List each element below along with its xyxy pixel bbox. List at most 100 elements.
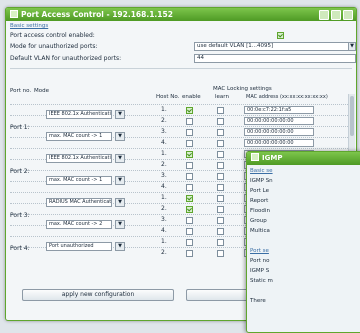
- host-number: 1.: [161, 106, 167, 113]
- igmp-setting-label: There: [250, 298, 266, 304]
- host-enable-checkbox[interactable]: [186, 250, 193, 257]
- minimize-button[interactable]: [319, 10, 329, 20]
- chevron-down-icon[interactable]: ▼: [115, 242, 125, 251]
- port-label: Port 1:: [10, 124, 30, 131]
- host-enable-checkbox[interactable]: [186, 228, 193, 235]
- header-host-no: Host No.: [156, 94, 180, 100]
- host-enable-checkbox[interactable]: [186, 184, 193, 191]
- igmp-setting-label[interactable]: Port se: [250, 248, 269, 255]
- host-learn-checkbox[interactable]: [217, 107, 224, 114]
- host-enable-checkbox[interactable]: [186, 217, 193, 224]
- max-mac-count-select[interactable]: max. MAC count -> 2: [46, 220, 112, 229]
- header-learn: learn: [215, 94, 229, 100]
- host-learn-checkbox[interactable]: [217, 228, 224, 235]
- igmp-setting-label: IGMP Sn: [250, 178, 273, 184]
- chevron-down-icon[interactable]: ▼: [115, 176, 125, 185]
- window-title: Port Access Control - 192.168.1.152: [21, 10, 173, 19]
- port-access-enabled-checkbox[interactable]: [277, 32, 284, 39]
- unauth-mode-row: Mode for unauthorized ports: use default…: [10, 42, 356, 51]
- default-vlan-input[interactable]: 44: [194, 54, 356, 63]
- host-learn-checkbox[interactable]: [217, 162, 224, 169]
- igmp-window-title: IGMP: [262, 154, 283, 162]
- host-enable-checkbox[interactable]: [186, 140, 193, 147]
- row-divider: [10, 148, 348, 149]
- chevron-down-icon[interactable]: ▼: [115, 198, 125, 207]
- port-mode-select[interactable]: RADIUS MAC Authentication: [46, 198, 112, 207]
- igmp-setting-label: Group: [250, 218, 267, 224]
- igmp-setting-label: Floodin: [250, 208, 270, 214]
- host-enable-checkbox[interactable]: [186, 162, 193, 169]
- port-label: Port 3:: [10, 212, 30, 219]
- host-number: 3.: [161, 216, 167, 223]
- chevron-down-icon[interactable]: ▼: [115, 154, 125, 163]
- igmp-setting-label: Report: [250, 198, 269, 204]
- port-access-enabled-label: Port access control enabled:: [10, 32, 95, 39]
- max-mac-count-select[interactable]: max. MAC count -> 1: [46, 132, 112, 141]
- port-mode-select[interactable]: IEEE 802.1x Authentication: [46, 110, 112, 119]
- host-number: 2.: [161, 161, 167, 168]
- window-icon: [251, 153, 259, 161]
- maximize-button[interactable]: [331, 10, 341, 20]
- unauth-mode-value: use default VLAN [1...4095]: [197, 43, 274, 49]
- host-learn-checkbox[interactable]: [217, 129, 224, 136]
- igmp-setting-label: Port no: [250, 258, 270, 264]
- close-window-button[interactable]: [343, 10, 353, 20]
- host-enable-checkbox[interactable]: [186, 107, 193, 114]
- igmp-setting-label: IGMP S: [250, 268, 270, 274]
- host-learn-checkbox[interactable]: [217, 250, 224, 257]
- chevron-down-icon[interactable]: ▼: [115, 220, 125, 229]
- host-number: 2.: [161, 117, 167, 124]
- host-number: 3.: [161, 128, 167, 135]
- host-enable-checkbox[interactable]: [186, 151, 193, 158]
- max-mac-count-select[interactable]: max. MAC count -> 1: [46, 176, 112, 185]
- mac-address-input[interactable]: 00:0e:c7:22:1f:a5: [244, 106, 314, 114]
- mac-address-input[interactable]: 00:00:00:00:00:00: [244, 139, 314, 147]
- header-mode: Mode: [34, 88, 49, 94]
- host-enable-checkbox[interactable]: [186, 239, 193, 246]
- host-number: 2.: [161, 249, 167, 256]
- host-enable-checkbox[interactable]: [186, 118, 193, 125]
- host-number: 1.: [161, 238, 167, 245]
- divider: [10, 68, 352, 69]
- header-mac-address: MAC address (xx:xx:xx:xx:xx:xx): [246, 94, 328, 100]
- default-vlan-row: Default VLAN for unauthorized ports: 44: [10, 54, 356, 63]
- row-divider: [10, 126, 348, 127]
- window-titlebar: Port Access Control - 192.168.1.152: [6, 8, 356, 21]
- mac-address-input[interactable]: 00:00:00:00:00:00: [244, 117, 314, 125]
- unauth-mode-label: Mode for unauthorized ports:: [10, 43, 98, 50]
- igmp-setting-label: Static m: [250, 278, 273, 284]
- port-label: Port 4:: [10, 245, 30, 252]
- host-learn-checkbox[interactable]: [217, 151, 224, 158]
- chevron-down-icon[interactable]: ▼: [115, 110, 125, 119]
- host-learn-checkbox[interactable]: [217, 118, 224, 125]
- scrollbar-thumb[interactable]: [350, 96, 354, 136]
- unauth-mode-select[interactable]: use default VLAN [1...4095] ▼: [194, 42, 356, 51]
- host-learn-checkbox[interactable]: [217, 217, 224, 224]
- default-vlan-label: Default VLAN for unauthorized ports:: [10, 55, 122, 62]
- host-number: 1.: [161, 194, 167, 201]
- apply-configuration-button[interactable]: apply new configuration: [22, 289, 174, 301]
- port-mode-select[interactable]: IEEE 802.1x Authentication: [46, 154, 112, 163]
- host-learn-checkbox[interactable]: [217, 184, 224, 191]
- host-number: 4.: [161, 183, 167, 190]
- port-mode-select[interactable]: Port unauthorized: [46, 242, 112, 251]
- header-port-no: Port no.: [10, 88, 32, 94]
- basic-settings-link[interactable]: Basic settings: [10, 23, 356, 30]
- igmp-setting-label[interactable]: Basic se: [250, 168, 273, 175]
- row-divider: [10, 104, 348, 105]
- host-enable-checkbox[interactable]: [186, 173, 193, 180]
- host-enable-checkbox[interactable]: [186, 129, 193, 136]
- port-access-enabled-row: Port access control enabled:: [10, 31, 350, 40]
- chevron-down-icon[interactable]: ▼: [115, 132, 125, 141]
- host-learn-checkbox[interactable]: [217, 206, 224, 213]
- host-learn-checkbox[interactable]: [217, 173, 224, 180]
- host-learn-checkbox[interactable]: [217, 195, 224, 202]
- host-enable-checkbox[interactable]: [186, 206, 193, 213]
- mac-address-input[interactable]: 00:00:00:00:00:00: [244, 128, 314, 136]
- host-learn-checkbox[interactable]: [217, 140, 224, 147]
- host-learn-checkbox[interactable]: [217, 239, 224, 246]
- igmp-setting-label: Multica: [250, 228, 270, 234]
- host-number: 4.: [161, 139, 167, 146]
- host-enable-checkbox[interactable]: [186, 195, 193, 202]
- chevron-down-icon: ▼: [348, 43, 355, 50]
